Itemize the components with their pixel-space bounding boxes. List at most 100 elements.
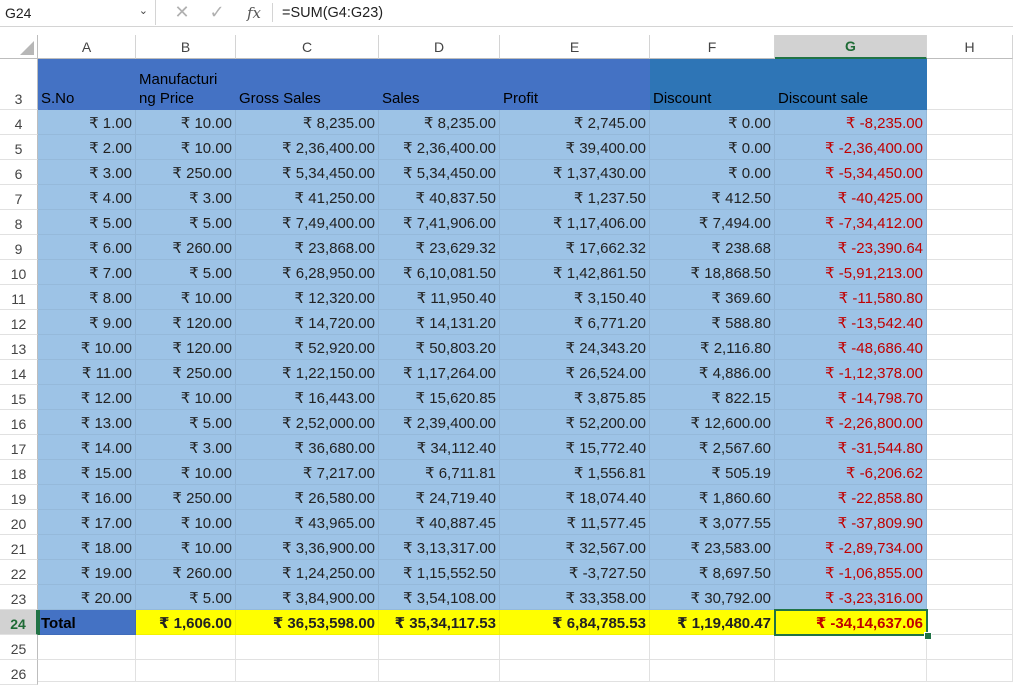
cell-h17[interactable] — [927, 435, 1013, 460]
cell-a11[interactable]: ₹ 8.00 — [38, 285, 136, 310]
cell-f4[interactable]: ₹ 0.00 — [650, 110, 775, 135]
cell-a14[interactable]: ₹ 11.00 — [38, 360, 136, 385]
cell-g14[interactable]: ₹ -1,12,378.00 — [775, 360, 927, 385]
cell-b8[interactable]: ₹ 5.00 — [136, 210, 236, 235]
cell-b13[interactable]: ₹ 120.00 — [136, 335, 236, 360]
cell-e20[interactable]: ₹ 11,577.45 — [500, 510, 650, 535]
row-header-21[interactable]: 21 — [0, 535, 38, 560]
row-header-25[interactable]: 25 — [0, 635, 38, 660]
cell-e7[interactable]: ₹ 1,237.50 — [500, 185, 650, 210]
cell-h4[interactable] — [927, 110, 1013, 135]
cell-a8[interactable]: ₹ 5.00 — [38, 210, 136, 235]
cell-h14[interactable] — [927, 360, 1013, 385]
cell-g6[interactable]: ₹ -5,34,450.00 — [775, 160, 927, 185]
cell-g16[interactable]: ₹ -2,26,800.00 — [775, 410, 927, 435]
cell-d19[interactable]: ₹ 24,719.40 — [379, 485, 500, 510]
cell-b26[interactable] — [136, 660, 236, 682]
cell-b18[interactable]: ₹ 10.00 — [136, 460, 236, 485]
cell-a9[interactable]: ₹ 6.00 — [38, 235, 136, 260]
cancel-icon[interactable]: ✕ — [170, 0, 194, 25]
cell-b22[interactable]: ₹ 260.00 — [136, 560, 236, 585]
cell-d5[interactable]: ₹ 2,36,400.00 — [379, 135, 500, 160]
cell-b6[interactable]: ₹ 250.00 — [136, 160, 236, 185]
cell-a26[interactable] — [38, 660, 136, 682]
cell-f26[interactable] — [650, 660, 775, 682]
cell-g12[interactable]: ₹ -13,542.40 — [775, 310, 927, 335]
cell-d16[interactable]: ₹ 2,39,400.00 — [379, 410, 500, 435]
cell-a17[interactable]: ₹ 14.00 — [38, 435, 136, 460]
cell-e11[interactable]: ₹ 3,150.40 — [500, 285, 650, 310]
cell-e13[interactable]: ₹ 24,343.20 — [500, 335, 650, 360]
cell-c10[interactable]: ₹ 6,28,950.00 — [236, 260, 379, 285]
enter-icon[interactable]: ✓ — [205, 0, 229, 25]
cell-c19[interactable]: ₹ 26,580.00 — [236, 485, 379, 510]
cell-h20[interactable] — [927, 510, 1013, 535]
cell-b16[interactable]: ₹ 5.00 — [136, 410, 236, 435]
cell-g18[interactable]: ₹ -6,206.62 — [775, 460, 927, 485]
cell-h12[interactable] — [927, 310, 1013, 335]
cell-d18[interactable]: ₹ 6,711.81 — [379, 460, 500, 485]
cell-e15[interactable]: ₹ 3,875.85 — [500, 385, 650, 410]
cell-a15[interactable]: ₹ 12.00 — [38, 385, 136, 410]
cell-h3[interactable] — [927, 59, 1013, 110]
cell-b12[interactable]: ₹ 120.00 — [136, 310, 236, 335]
cell-b11[interactable]: ₹ 10.00 — [136, 285, 236, 310]
row-header-12[interactable]: 12 — [0, 310, 38, 335]
cell-g21[interactable]: ₹ -2,89,734.00 — [775, 535, 927, 560]
row-header-6[interactable]: 6 — [0, 160, 38, 185]
cell-g23[interactable]: ₹ -3,23,316.00 — [775, 585, 927, 610]
cell-h13[interactable] — [927, 335, 1013, 360]
cell-a23[interactable]: ₹ 20.00 — [38, 585, 136, 610]
cell-g11[interactable]: ₹ -11,580.80 — [775, 285, 927, 310]
cell-c9[interactable]: ₹ 23,868.00 — [236, 235, 379, 260]
cell-e26[interactable] — [500, 660, 650, 682]
cell-a7[interactable]: ₹ 4.00 — [38, 185, 136, 210]
cell-b23[interactable]: ₹ 5.00 — [136, 585, 236, 610]
row-header-9[interactable]: 9 — [0, 235, 38, 260]
row-header-24[interactable]: 24 — [0, 610, 38, 635]
cell-f19[interactable]: ₹ 1,860.60 — [650, 485, 775, 510]
cell-f23[interactable]: ₹ 30,792.00 — [650, 585, 775, 610]
row-header-11[interactable]: 11 — [0, 285, 38, 310]
cell-g4[interactable]: ₹ -8,235.00 — [775, 110, 927, 135]
row-header-13[interactable]: 13 — [0, 335, 38, 360]
cell-d6[interactable]: ₹ 5,34,450.00 — [379, 160, 500, 185]
row-header-22[interactable]: 22 — [0, 560, 38, 585]
cell-b21[interactable]: ₹ 10.00 — [136, 535, 236, 560]
cell-d14[interactable]: ₹ 1,17,264.00 — [379, 360, 500, 385]
cell-c13[interactable]: ₹ 52,920.00 — [236, 335, 379, 360]
total-label[interactable]: Total — [38, 610, 136, 635]
cell-e25[interactable] — [500, 635, 650, 660]
cell-e18[interactable]: ₹ 1,556.81 — [500, 460, 650, 485]
cell-b5[interactable]: ₹ 10.00 — [136, 135, 236, 160]
cell-b4[interactable]: ₹ 10.00 — [136, 110, 236, 135]
header-cell-d[interactable]: Sales — [379, 59, 500, 110]
cell-d21[interactable]: ₹ 3,13,317.00 — [379, 535, 500, 560]
cell-h6[interactable] — [927, 160, 1013, 185]
cell-c25[interactable] — [236, 635, 379, 660]
cell-a25[interactable] — [38, 635, 136, 660]
cell-f7[interactable]: ₹ 412.50 — [650, 185, 775, 210]
row-header-5[interactable]: 5 — [0, 135, 38, 160]
cell-e10[interactable]: ₹ 1,42,861.50 — [500, 260, 650, 285]
column-header-b[interactable]: B — [136, 35, 236, 59]
cell-b19[interactable]: ₹ 250.00 — [136, 485, 236, 510]
row-header-14[interactable]: 14 — [0, 360, 38, 385]
total-c[interactable]: ₹ 36,53,598.00 — [236, 610, 379, 635]
cell-f20[interactable]: ₹ 3,077.55 — [650, 510, 775, 535]
cell-e23[interactable]: ₹ 33,358.00 — [500, 585, 650, 610]
cell-b17[interactable]: ₹ 3.00 — [136, 435, 236, 460]
cell-f18[interactable]: ₹ 505.19 — [650, 460, 775, 485]
cell-c11[interactable]: ₹ 12,320.00 — [236, 285, 379, 310]
row-header-4[interactable]: 4 — [0, 110, 38, 135]
cell-c16[interactable]: ₹ 2,52,000.00 — [236, 410, 379, 435]
cell-h21[interactable] — [927, 535, 1013, 560]
header-cell-g[interactable]: Discount sale — [775, 59, 927, 110]
cell-d22[interactable]: ₹ 1,15,552.50 — [379, 560, 500, 585]
cell-a13[interactable]: ₹ 10.00 — [38, 335, 136, 360]
cell-a18[interactable]: ₹ 15.00 — [38, 460, 136, 485]
cell-f9[interactable]: ₹ 238.68 — [650, 235, 775, 260]
cell-c20[interactable]: ₹ 43,965.00 — [236, 510, 379, 535]
cell-h15[interactable] — [927, 385, 1013, 410]
total-d[interactable]: ₹ 35,34,117.53 — [379, 610, 500, 635]
